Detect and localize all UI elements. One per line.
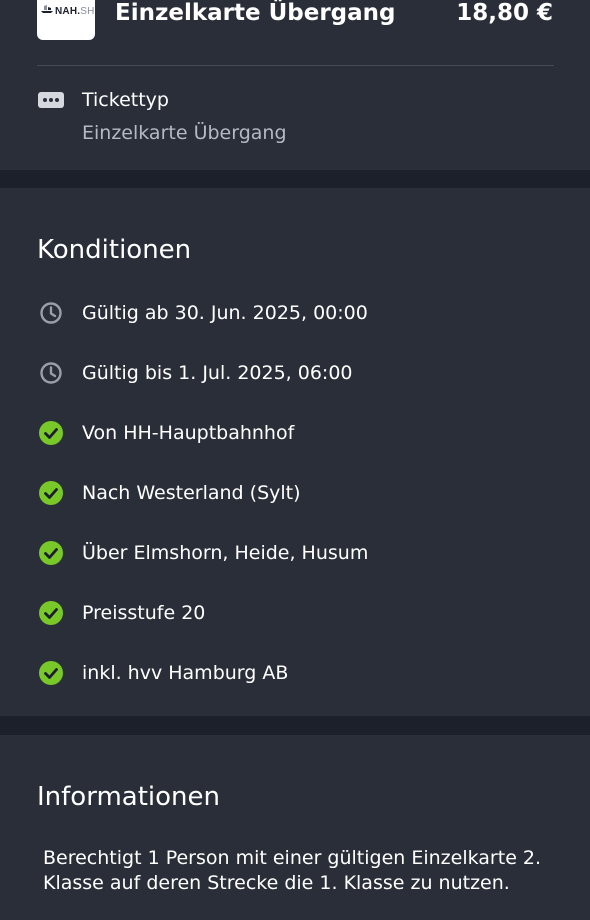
conditions-title: Konditionen [37, 235, 192, 265]
check-circle-icon [39, 541, 63, 565]
ticket-type-value: Einzelkarte Übergang [82, 122, 287, 144]
condition-text: Von HH-Hauptbahnhof [82, 422, 295, 444]
ticket-type-label: Tickettyp [82, 89, 169, 111]
condition-valid-until: Gültig bis 1. Jul. 2025, 06:00 [0, 358, 590, 418]
conditions-card: Konditionen Gültig ab 30. Jun. 2025, 00:… [0, 188, 590, 716]
condition-valid-from: Gültig ab 30. Jun. 2025, 00:00 [0, 298, 590, 358]
condition-text: Nach Westerland (Sylt) [82, 482, 301, 504]
check-circle-icon [39, 421, 63, 445]
condition-text: Gültig bis 1. Jul. 2025, 06:00 [82, 362, 353, 384]
condition-to: Nach Westerland (Sylt) [0, 478, 590, 538]
logo-text-bold: NAH. [55, 6, 81, 17]
nah-sh-logo: NAH.SH [37, 0, 95, 40]
condition-text: Über Elmshorn, Heide, Husum [82, 542, 369, 564]
check-circle-icon [39, 481, 63, 505]
clock-icon [40, 362, 62, 384]
clock-icon [40, 302, 62, 324]
condition-via: Über Elmshorn, Heide, Husum [0, 538, 590, 598]
check-circle-icon [39, 601, 63, 625]
information-text: Berechtigt 1 Person mit einer gültigen E… [43, 847, 542, 894]
divider [37, 65, 554, 66]
ticket-icon [38, 92, 64, 108]
conditions-list: Gültig ab 30. Jun. 2025, 00:00 Gültig bi… [0, 298, 590, 718]
condition-text: inkl. hvv Hamburg AB [82, 662, 289, 684]
condition-included: inkl. hvv Hamburg AB [0, 658, 590, 718]
logo-text-light: SH [80, 6, 95, 17]
ticket-price: 18,80 € [456, 0, 553, 26]
condition-from: Von HH-Hauptbahnhof [0, 418, 590, 478]
check-circle-icon [39, 661, 63, 685]
ticket-summary-card: NAH.SH Einzelkarte Übergang 18,80 € Tick… [0, 0, 590, 170]
information-card: Informationen Berechtigt 1 Person mit ei… [0, 735, 590, 920]
condition-price-level: Preisstufe 20 [0, 598, 590, 658]
ticket-title: Einzelkarte Übergang [115, 0, 396, 26]
condition-text: Gültig ab 30. Jun. 2025, 00:00 [82, 302, 368, 324]
condition-text: Preisstufe 20 [82, 602, 206, 624]
information-title: Informationen [37, 782, 220, 812]
ship-logo-icon [41, 5, 53, 13]
